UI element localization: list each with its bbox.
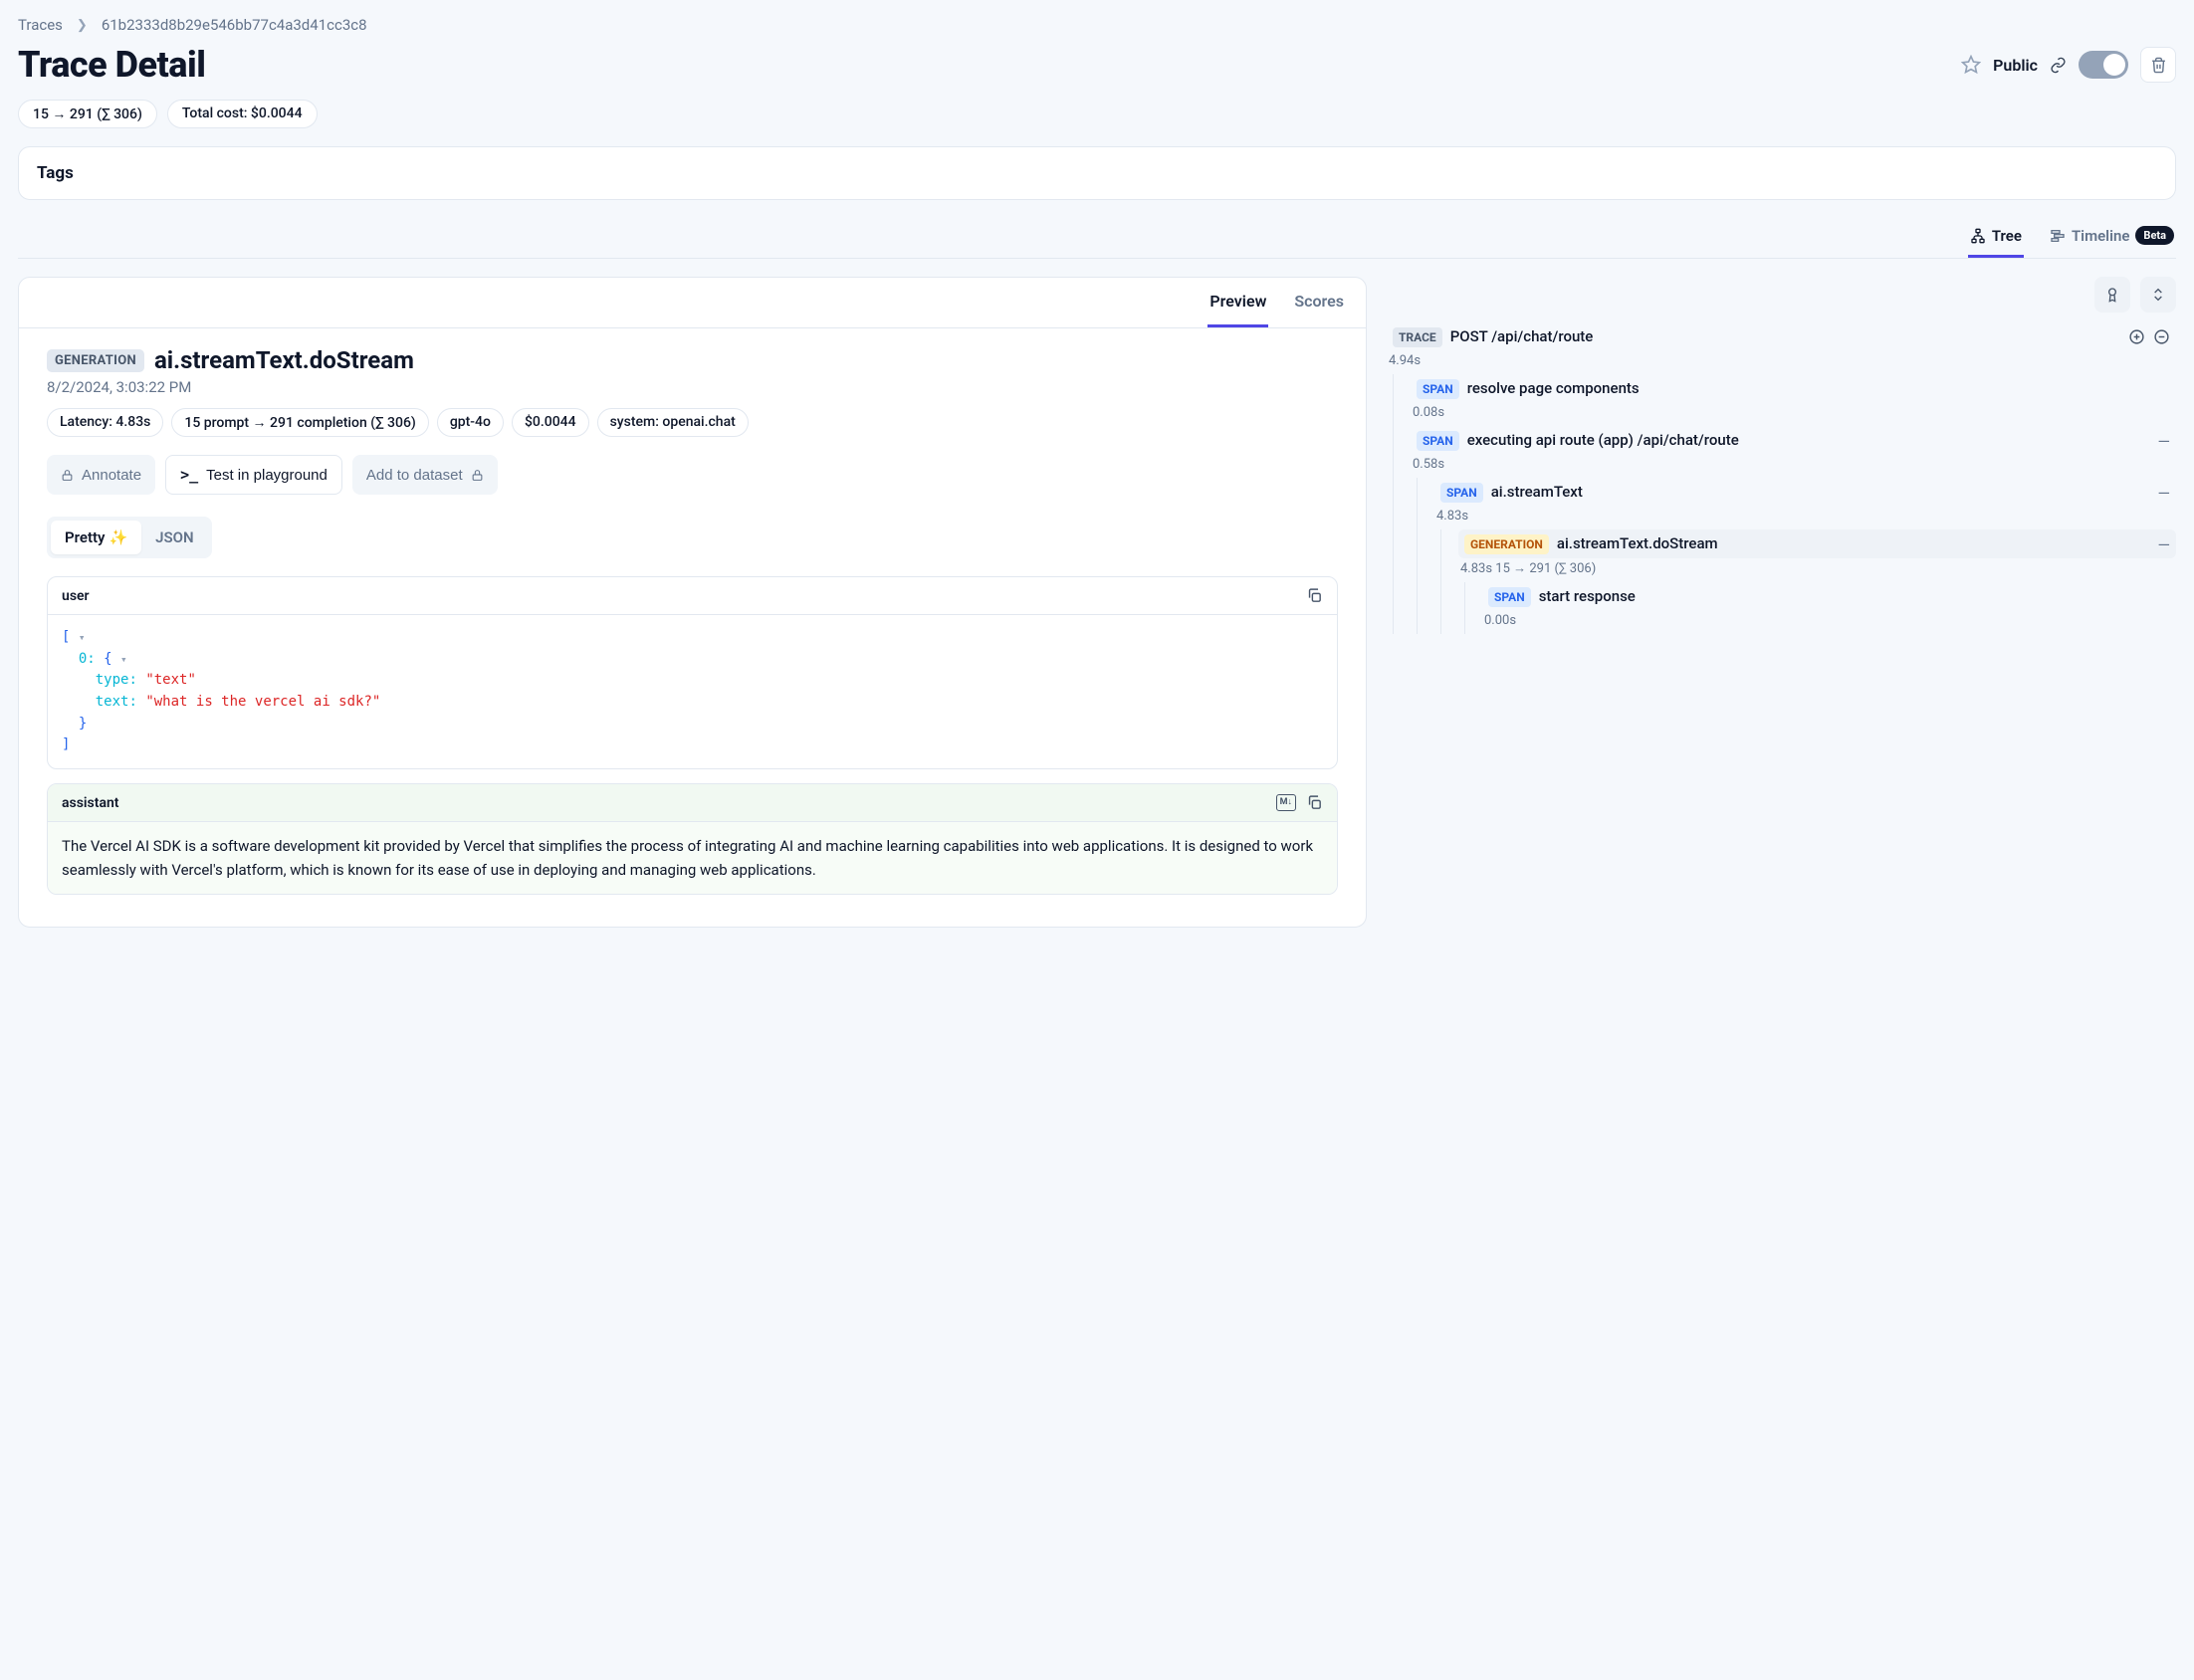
tab-timeline[interactable]: Timeline Beta — [2048, 218, 2176, 258]
public-label: Public — [1993, 56, 2038, 75]
tree-node-label[interactable]: executing api route (app) /api/chat/rout… — [1467, 430, 2150, 450]
chevron-right-icon: ❯ — [77, 18, 88, 33]
beta-badge: Beta — [2135, 226, 2174, 245]
collapse-node-icon[interactable]: — — [2158, 535, 2171, 554]
user-message-body: [ ▾ 0: { ▾ type: "text" text: "what is t… — [48, 615, 1337, 768]
link-icon[interactable] — [2050, 57, 2067, 74]
assistant-message-body: The Vercel AI SDK is a software developm… — [48, 822, 1337, 894]
tree-node-meta: 0.08s — [1411, 405, 2176, 420]
latency-pill: Latency: 4.83s — [47, 408, 163, 437]
assistant-role-label: assistant — [62, 795, 119, 811]
user-role-label: user — [62, 588, 90, 604]
markdown-icon[interactable]: M↓ — [1276, 794, 1296, 811]
format-toggle: Pretty ✨ JSON — [47, 517, 212, 558]
span-badge: SPAN — [1488, 587, 1531, 607]
tree-trace-label[interactable]: POST /api/chat/route — [1450, 326, 2120, 346]
trash-icon — [2150, 57, 2167, 74]
user-message-card: user [ ▾ 0: { ▾ type: "text" text: "what… — [47, 576, 1338, 769]
ribbon-icon — [2104, 287, 2120, 303]
breadcrumb: Traces ❯ 61b2333d8b29e546bb77c4a3d41cc3c… — [18, 16, 2176, 34]
tree-node-label[interactable]: ai.streamText — [1491, 482, 2150, 502]
format-pretty[interactable]: Pretty ✨ — [51, 521, 141, 554]
tree-node-meta: 4.83s — [1434, 509, 2176, 524]
span-badge: SPAN — [1417, 379, 1459, 399]
sparkle-icon: ✨ — [109, 528, 127, 546]
generation-badge: GENERATION — [1464, 534, 1549, 554]
tree-node-label[interactable]: start response — [1539, 586, 2170, 606]
timeline-icon — [2050, 228, 2066, 244]
copy-icon[interactable] — [1306, 794, 1323, 811]
tree-trace-meta: 4.94s — [1387, 353, 2176, 368]
model-pill: gpt-4o — [437, 408, 504, 437]
detail-panel: Preview Scores GENERATION ai.streamText.… — [18, 277, 1367, 928]
span-badge: SPAN — [1440, 483, 1483, 503]
tree-node-meta: 0.58s — [1411, 457, 2176, 472]
copy-icon[interactable] — [1306, 587, 1323, 604]
tab-timeline-label: Timeline — [2072, 227, 2129, 245]
tab-scores[interactable]: Scores — [1292, 278, 1346, 327]
detail-title: ai.streamText.doStream — [154, 346, 414, 374]
lock-icon — [61, 469, 74, 482]
delete-button[interactable] — [2140, 47, 2176, 83]
playground-button[interactable]: >_ Test in playground — [165, 455, 342, 495]
tab-tree[interactable]: Tree — [1968, 218, 2024, 258]
star-icon[interactable] — [1961, 55, 1981, 75]
detail-timestamp: 8/2/2024, 3:03:22 PM — [47, 378, 1338, 396]
collapse-button[interactable] — [2140, 277, 2176, 313]
tab-tree-label: Tree — [1992, 227, 2022, 245]
trace-badge: TRACE — [1393, 327, 1442, 347]
tree-node-label[interactable]: resolve page components — [1467, 378, 2170, 398]
breadcrumb-root[interactable]: Traces — [18, 16, 63, 34]
tree-node-meta: 4.83s 15 → 291 (∑ 306) — [1458, 560, 2176, 576]
playground-label: Test in playground — [206, 467, 328, 484]
tree-node-label[interactable]: ai.streamText.doStream — [1557, 533, 2150, 553]
cost-pill: $0.0044 — [512, 408, 589, 437]
tokens-pill: 15 prompt → 291 completion (∑ 306) — [171, 408, 428, 437]
tree-panel: TRACE POST /api/chat/route 4.94s SPAN re — [1387, 277, 2176, 634]
public-toggle[interactable] — [2079, 51, 2128, 79]
generation-badge: GENERATION — [47, 349, 144, 372]
token-summary-pill: 15 → 291 (∑ 306) — [18, 100, 157, 128]
collapse-node-icon[interactable]: — — [2158, 484, 2171, 503]
system-pill: system: openai.chat — [597, 408, 749, 437]
minus-circle-icon[interactable] — [2153, 328, 2170, 345]
annotate-button[interactable]: Annotate — [47, 455, 155, 495]
cost-summary-pill: Total cost: $0.0044 — [167, 100, 318, 128]
tab-preview[interactable]: Preview — [1207, 278, 1268, 327]
tree-icon — [1970, 228, 1986, 244]
span-badge: SPAN — [1417, 431, 1459, 451]
lock-icon — [471, 469, 484, 482]
collapse-icon — [2150, 287, 2166, 303]
terminal-icon: >_ — [180, 466, 198, 484]
annotate-label: Annotate — [82, 467, 141, 484]
page-title: Trace Detail — [18, 44, 205, 86]
tree-node-meta: 0.00s — [1482, 613, 2176, 628]
plus-circle-icon[interactable] — [2128, 328, 2145, 345]
collapse-node-icon[interactable]: — — [2158, 432, 2171, 451]
format-json[interactable]: JSON — [141, 521, 207, 554]
dataset-label: Add to dataset — [366, 467, 463, 484]
tags-card: Tags — [18, 146, 2176, 200]
assistant-message-card: assistant M↓ The Vercel AI SDK is a soft… — [47, 783, 1338, 895]
bookmark-button[interactable] — [2094, 277, 2130, 313]
tags-heading: Tags — [37, 163, 2157, 183]
breadcrumb-id: 61b2333d8b29e546bb77c4a3d41cc3c8 — [102, 16, 367, 34]
dataset-button[interactable]: Add to dataset — [352, 455, 498, 495]
format-pretty-label: Pretty — [65, 528, 105, 546]
